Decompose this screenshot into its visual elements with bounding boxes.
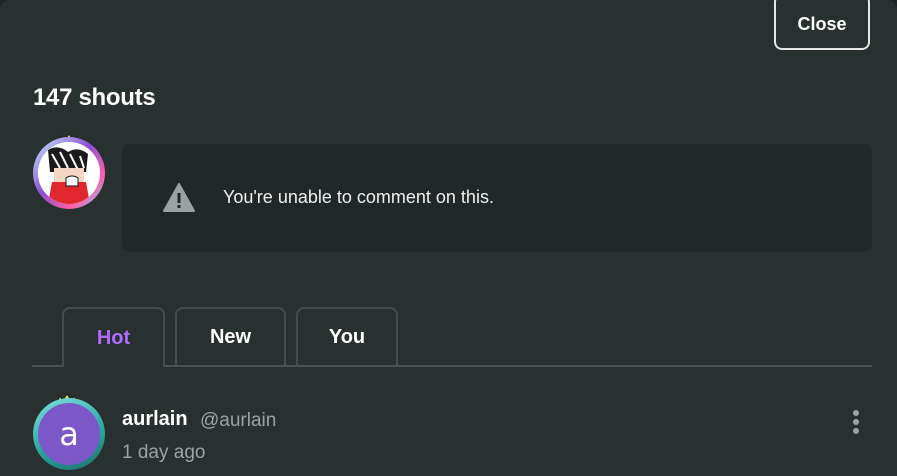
comment-author-avatar[interactable]: a [33, 392, 107, 472]
comment-author-handle[interactable]: @aurlain [200, 410, 276, 432]
avatar-image [38, 142, 100, 204]
notice-message: You're unable to comment on this. [223, 187, 494, 207]
more-options-icon[interactable] [846, 408, 866, 436]
tab-hot[interactable]: Hot [62, 307, 165, 367]
tab-new[interactable]: New [175, 307, 286, 365]
warning-icon [163, 183, 195, 212]
avatar-letter: a [38, 403, 100, 465]
sort-tabs: Hot New You [32, 307, 872, 367]
current-user-avatar [33, 132, 107, 212]
comment-disabled-notice: You're unable to comment on this. [122, 144, 872, 252]
shouts-panel: Close 147 shouts You're unable to commen… [0, 0, 897, 476]
comment-timestamp: 1 day ago [122, 442, 206, 463]
comment-author-name[interactable]: aurlain [122, 408, 188, 431]
tab-you[interactable]: You [296, 307, 398, 365]
shouts-count-title: 147 shouts [33, 84, 156, 111]
close-button[interactable]: Close [774, 0, 870, 50]
